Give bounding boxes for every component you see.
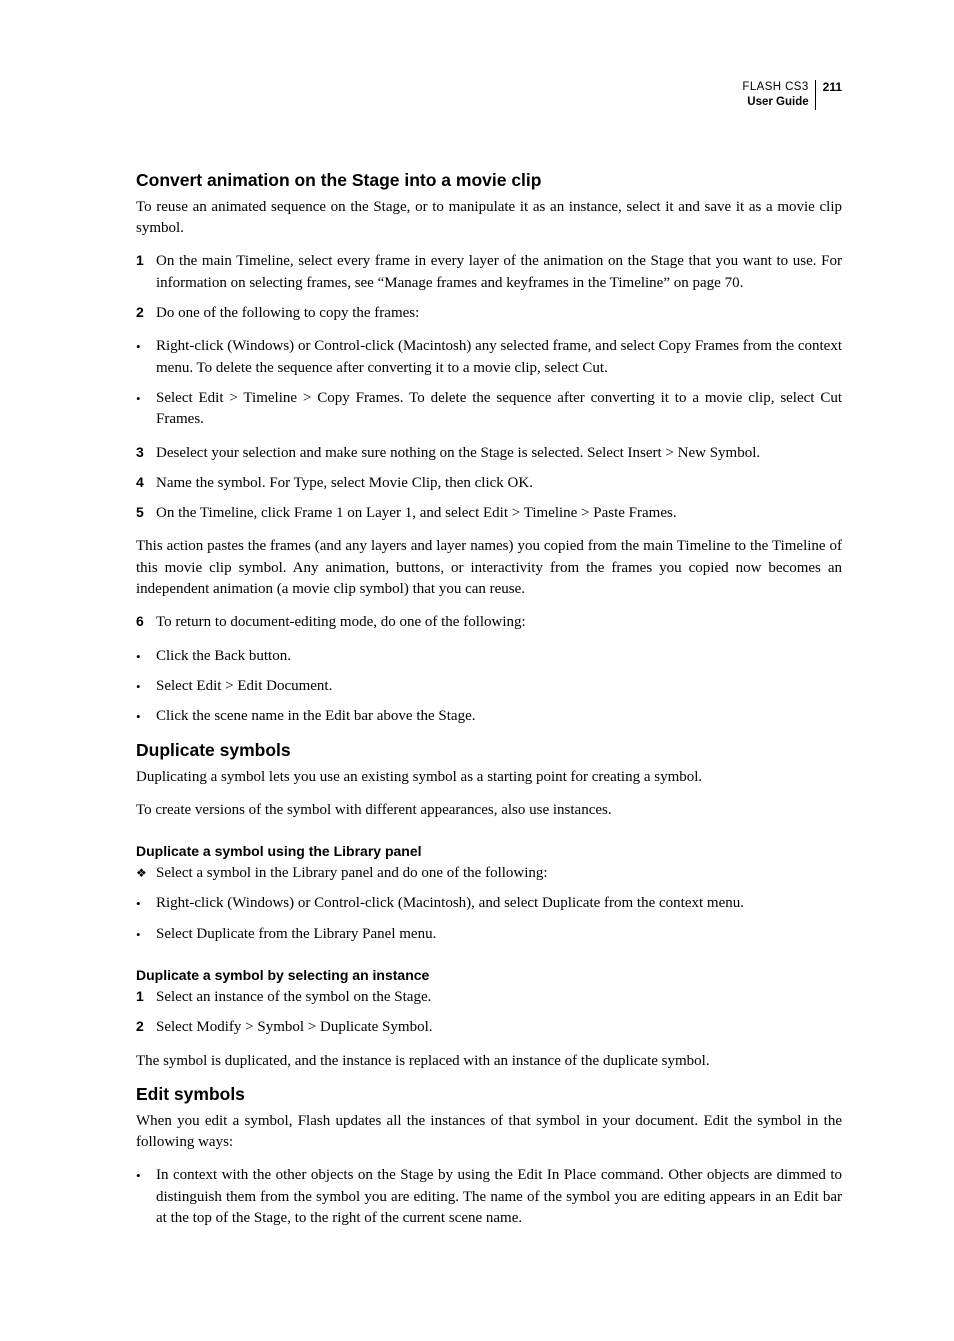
bullet-item: • Select Duplicate from the Library Pane… <box>136 924 842 945</box>
step-item: 2 Do one of the following to copy the fr… <box>136 303 842 324</box>
step-item: 2 Select Modify > Symbol > Duplicate Sym… <box>136 1017 842 1038</box>
bullet-icon: • <box>136 1165 152 1229</box>
bullet-text: In context with the other objects on the… <box>156 1165 842 1229</box>
step-item: 1 Select an instance of the symbol on th… <box>136 987 842 1008</box>
step-number: 1 <box>136 987 152 1008</box>
step-number: 4 <box>136 473 152 494</box>
bullet-item: • In context with the other objects on t… <box>136 1165 842 1229</box>
page-header: FLASH CS3 User Guide 211 <box>136 80 842 110</box>
step-number: 6 <box>136 612 152 633</box>
step-number: 2 <box>136 303 152 324</box>
bullet-icon: • <box>136 646 152 667</box>
step-number: 1 <box>136 251 152 294</box>
header-text: FLASH CS3 User Guide <box>742 80 814 110</box>
header-divider <box>815 80 816 110</box>
bullet-icon: • <box>136 706 152 727</box>
bullet-list: • Right-click (Windows) or Control-click… <box>136 893 842 945</box>
step-list: 6 To return to document-editing mode, do… <box>136 612 842 633</box>
body-text: This action pastes the frames (and any l… <box>136 536 842 600</box>
bullet-text: Click the Back button. <box>156 646 842 667</box>
step-number: 5 <box>136 503 152 524</box>
bullet-icon: • <box>136 336 152 379</box>
diamond-icon: ❖ <box>136 863 152 884</box>
page-number: 211 <box>821 80 842 96</box>
step-item: 5 On the Timeline, click Frame 1 on Laye… <box>136 503 842 524</box>
step-text: Do one of the following to copy the fram… <box>156 303 842 324</box>
step-list: 1 Select an instance of the symbol on th… <box>136 987 842 1039</box>
bullet-list: • Right-click (Windows) or Control-click… <box>136 336 842 430</box>
bullet-item: • Select Edit > Timeline > Copy Frames. … <box>136 388 842 431</box>
bullet-item: • Click the scene name in the Edit bar a… <box>136 706 842 727</box>
body-text: Duplicating a symbol lets you use an exi… <box>136 767 842 788</box>
body-text: When you edit a symbol, Flash updates al… <box>136 1111 842 1154</box>
bullet-list: • Click the Back button. • Select Edit >… <box>136 646 842 728</box>
body-text: To reuse an animated sequence on the Sta… <box>136 197 842 240</box>
bullet-icon: • <box>136 676 152 697</box>
bullet-text: Select Edit > Edit Document. <box>156 676 842 697</box>
document-page: FLASH CS3 User Guide 211 Convert animati… <box>0 0 954 1341</box>
bullet-list: • In context with the other objects on t… <box>136 1165 842 1229</box>
step-text: Select Modify > Symbol > Duplicate Symbo… <box>156 1017 842 1038</box>
product-name: FLASH CS3 <box>742 80 808 95</box>
doc-type: User Guide <box>742 95 808 110</box>
step-text: Deselect your selection and make sure no… <box>156 443 842 464</box>
bullet-text: Select Edit > Timeline > Copy Frames. To… <box>156 388 842 431</box>
step-list: 1 On the main Timeline, select every fra… <box>136 251 842 324</box>
step-number: 2 <box>136 1017 152 1038</box>
bullet-item: • Select Edit > Edit Document. <box>136 676 842 697</box>
bullet-icon: • <box>136 893 152 914</box>
step-list: 3 Deselect your selection and make sure … <box>136 443 842 525</box>
subsection-heading: Duplicate a symbol by selecting an insta… <box>136 967 842 983</box>
bullet-text: Select Duplicate from the Library Panel … <box>156 924 842 945</box>
bullet-icon: • <box>136 388 152 431</box>
section-heading-convert: Convert animation on the Stage into a mo… <box>136 170 842 191</box>
diamond-item: ❖ Select a symbol in the Library panel a… <box>136 863 842 884</box>
step-text: To return to document-editing mode, do o… <box>156 612 842 633</box>
step-item: 6 To return to document-editing mode, do… <box>136 612 842 633</box>
section-heading-edit: Edit symbols <box>136 1084 842 1105</box>
step-text: On the main Timeline, select every frame… <box>156 251 842 294</box>
step-text: On the Timeline, click Frame 1 on Layer … <box>156 503 842 524</box>
body-text: The symbol is duplicated, and the instan… <box>136 1051 842 1072</box>
step-item: 3 Deselect your selection and make sure … <box>136 443 842 464</box>
bullet-text: Right-click (Windows) or Control-click (… <box>156 336 842 379</box>
body-text: To create versions of the symbol with di… <box>136 800 842 821</box>
section-heading-duplicate: Duplicate symbols <box>136 740 842 761</box>
step-text: Select an instance of the symbol on the … <box>156 987 842 1008</box>
diamond-text: Select a symbol in the Library panel and… <box>156 863 548 884</box>
bullet-item: • Right-click (Windows) or Control-click… <box>136 336 842 379</box>
step-text: Name the symbol. For Type, select Movie … <box>156 473 842 494</box>
step-item: 1 On the main Timeline, select every fra… <box>136 251 842 294</box>
bullet-icon: • <box>136 924 152 945</box>
bullet-text: Right-click (Windows) or Control-click (… <box>156 893 842 914</box>
bullet-item: • Right-click (Windows) or Control-click… <box>136 893 842 914</box>
subsection-heading: Duplicate a symbol using the Library pan… <box>136 843 842 859</box>
step-number: 3 <box>136 443 152 464</box>
step-item: 4 Name the symbol. For Type, select Movi… <box>136 473 842 494</box>
bullet-item: • Click the Back button. <box>136 646 842 667</box>
bullet-text: Click the scene name in the Edit bar abo… <box>156 706 842 727</box>
